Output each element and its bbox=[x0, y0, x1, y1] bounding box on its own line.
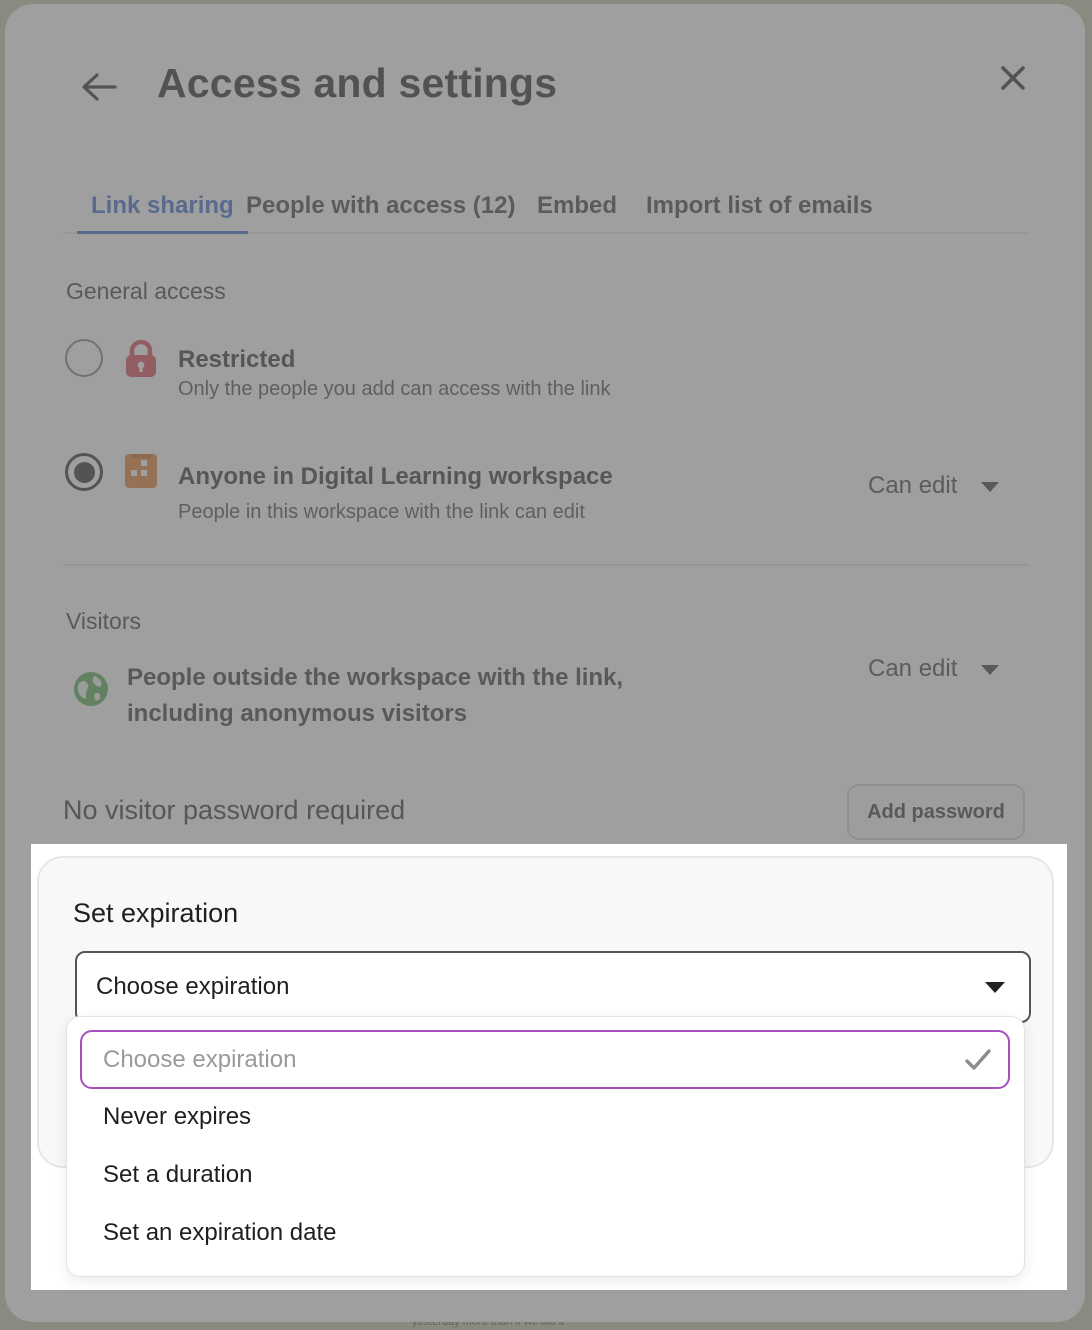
close-button[interactable] bbox=[995, 60, 1031, 96]
tab-import-emails[interactable]: Import list of emails bbox=[646, 192, 873, 234]
option-restricted-title: Restricted bbox=[178, 346, 296, 373]
workspace-permission-label: Can edit bbox=[868, 472, 958, 499]
page-title: Access and settings bbox=[157, 60, 558, 106]
visitors-permission-dropdown[interactable]: Can edit bbox=[868, 655, 1000, 683]
workspace-permission-dropdown[interactable]: Can edit bbox=[868, 472, 1000, 500]
expiration-dropdown-menu: Choose expiration Never expires Set a du… bbox=[66, 1016, 1025, 1277]
modal-header: Access and settings bbox=[5, 4, 1085, 164]
visitors-label: Visitors bbox=[66, 608, 141, 634]
expiration-highlight: Set expiration Choose expiration Choose … bbox=[31, 844, 1067, 1290]
dropdown-option-set-expiration-date[interactable]: Set an expiration date bbox=[103, 1219, 337, 1247]
globe-icon bbox=[73, 671, 108, 709]
lock-icon bbox=[124, 339, 158, 378]
expiration-select[interactable]: Choose expiration bbox=[75, 951, 1031, 1023]
dropdown-option-choose-expiration[interactable]: Choose expiration bbox=[80, 1030, 1010, 1089]
radio-workspace[interactable] bbox=[65, 453, 103, 491]
radio-restricted[interactable] bbox=[65, 339, 103, 377]
dropdown-option-set-duration[interactable]: Set a duration bbox=[103, 1161, 252, 1189]
checkmark-icon bbox=[965, 1049, 991, 1070]
tab-people-with-access[interactable]: People with access (12) bbox=[246, 192, 515, 234]
close-icon bbox=[1001, 66, 1025, 90]
building-icon bbox=[125, 454, 159, 492]
visitors-description-line-1: People outside the workspace with the li… bbox=[127, 664, 624, 691]
section-divider bbox=[63, 564, 1029, 566]
option-workspace-description: People in this workspace with the link c… bbox=[178, 501, 585, 523]
tab-link-sharing[interactable]: Link sharing bbox=[77, 192, 248, 234]
expiration-select-value: Choose expiration bbox=[96, 973, 290, 1000]
arrow-left-icon bbox=[82, 73, 117, 101]
general-access-label: General access bbox=[66, 278, 226, 304]
option-restricted-description: Only the people you add can access with … bbox=[178, 378, 611, 400]
visitors-description: People outside the workspace with the li… bbox=[127, 660, 623, 732]
expiration-title: Set expiration bbox=[73, 898, 239, 928]
dropdown-option-label: Choose expiration bbox=[103, 1046, 297, 1073]
back-button[interactable] bbox=[77, 64, 121, 108]
chevron-down-icon bbox=[985, 982, 1005, 993]
password-status: No visitor password required bbox=[63, 795, 406, 825]
add-password-button[interactable]: Add password bbox=[847, 784, 1025, 840]
tab-embed[interactable]: Embed bbox=[537, 192, 617, 234]
chevron-down-icon bbox=[981, 664, 1000, 675]
visitors-permission-label: Can edit bbox=[868, 655, 958, 682]
chevron-down-icon bbox=[981, 481, 1000, 492]
option-workspace-title: Anyone in Digital Learning workspace bbox=[178, 463, 613, 490]
tab-bar: Link sharing People with access (12) Emb… bbox=[63, 184, 1029, 234]
visitors-description-line-2: including anonymous visitors bbox=[127, 700, 468, 727]
dropdown-option-never-expires[interactable]: Never expires bbox=[103, 1103, 251, 1131]
